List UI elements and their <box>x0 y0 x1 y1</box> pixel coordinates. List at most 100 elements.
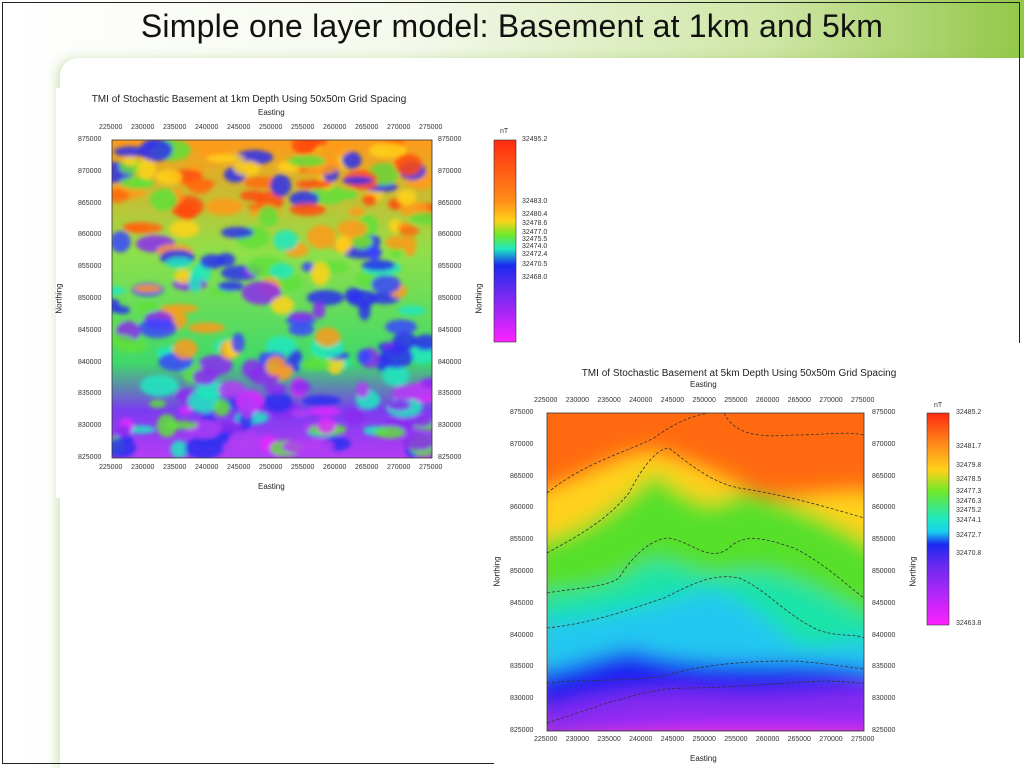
anomaly-blob <box>166 257 192 269</box>
colorbar-label: 32474.1 <box>956 517 982 524</box>
anomaly-blob <box>291 380 311 394</box>
anomaly-blob <box>316 417 336 435</box>
anomaly-blob <box>155 169 183 185</box>
slide-title: Simple one layer model: Basement at 1km … <box>140 8 884 44</box>
figure-5km: TMI of Stochastic Basement at 5km Depth … <box>493 343 1024 768</box>
anomaly-blob <box>374 426 406 439</box>
anomaly-blob <box>368 244 381 262</box>
anomaly-blob <box>362 194 377 206</box>
figure-1km: TMI of Stochastic Basement at 1km Depth … <box>55 88 562 498</box>
anomaly-blob <box>358 299 371 321</box>
anomaly-blob <box>160 304 199 314</box>
anomaly-blob <box>239 190 265 202</box>
colorbar-label: 32479.8 <box>956 462 982 469</box>
anomaly-blob <box>192 368 217 386</box>
anomaly-blob <box>413 334 432 351</box>
anomaly-blob <box>231 332 245 354</box>
anomaly-blob <box>288 311 314 321</box>
colorbar-label: 32483.0 <box>522 198 548 205</box>
anomaly-blob <box>133 284 162 293</box>
anomaly-blob <box>361 259 396 271</box>
anomaly-blob <box>139 375 179 397</box>
colorbar-label: 32475.2 <box>956 507 982 514</box>
anomaly-blob <box>392 331 417 351</box>
anomaly-blob <box>312 301 326 319</box>
anomaly-blob <box>355 382 370 399</box>
anomaly-blob <box>240 395 256 419</box>
anomaly-blob <box>314 327 341 347</box>
anomaly-blob <box>115 425 131 438</box>
anomaly-blob <box>112 189 130 203</box>
anomaly-blob <box>336 219 368 238</box>
anomaly-blob <box>188 322 225 334</box>
anomaly-blob <box>175 202 199 220</box>
anomaly-blob <box>394 153 423 176</box>
anomaly-blob <box>335 235 352 255</box>
colorbar-label: 32472.7 <box>956 532 982 539</box>
anomaly-blob <box>287 155 326 168</box>
colorbar-label: 32478.5 <box>956 476 982 483</box>
anomaly-blob <box>371 275 401 294</box>
anomaly-blob <box>385 319 417 335</box>
anomaly-blob <box>112 437 137 458</box>
anomaly-blob <box>403 234 417 257</box>
colorbar-label: 32470.8 <box>956 550 982 557</box>
anomaly-blob <box>139 140 173 162</box>
anomaly-blob <box>172 339 198 360</box>
anomaly-blob <box>137 158 156 180</box>
anomaly-blob <box>149 399 167 408</box>
anomaly-blob <box>220 226 254 239</box>
anomaly-blob <box>299 359 332 371</box>
colorbar-unit: nT <box>500 128 509 135</box>
anomaly-blob <box>228 430 261 451</box>
colorbar-label: 32485.2 <box>956 409 982 416</box>
anomaly-blob <box>204 198 244 216</box>
anomaly-blob <box>344 287 363 303</box>
anomaly-blob <box>308 407 342 416</box>
anomaly-blob <box>213 399 231 417</box>
anomaly-blob <box>408 211 432 225</box>
map-1km <box>111 139 517 459</box>
anomaly-blob <box>396 189 417 206</box>
anomaly-blob <box>112 334 134 347</box>
colorbar-1km <box>493 139 517 343</box>
anomaly-blob <box>270 296 295 315</box>
anomaly-blob <box>187 178 212 194</box>
anomaly-blob <box>257 205 279 227</box>
anomaly-blob <box>265 355 286 377</box>
anomaly-blob <box>123 222 163 234</box>
anomaly-blob <box>397 305 426 316</box>
anomaly-blob <box>112 298 121 313</box>
anomaly-blob <box>343 408 366 425</box>
colorbar-label: 32478.6 <box>522 220 548 227</box>
anomaly-blob <box>218 381 246 399</box>
anomaly-blob <box>270 174 292 197</box>
anomaly-blob <box>386 399 412 411</box>
anomaly-blob <box>241 359 263 379</box>
anomaly-blob <box>200 254 224 270</box>
anomaly-blob <box>150 188 178 212</box>
anomaly-blob <box>164 420 199 430</box>
anomaly-blob <box>382 365 410 387</box>
anomaly-blob <box>217 281 244 292</box>
anomaly-blob <box>342 176 374 185</box>
anomaly-blob <box>184 437 224 458</box>
colorbar-label: 32475.5 <box>522 236 548 243</box>
colorbar-label: 32477.3 <box>956 488 982 495</box>
anomaly-blob <box>337 189 358 200</box>
map-5km <box>546 412 950 732</box>
anomaly-blob <box>288 322 315 336</box>
colorbar-label: 32481.7 <box>956 443 982 450</box>
anomaly-blob <box>179 406 192 415</box>
anomaly-blob <box>112 231 131 253</box>
anomaly-blob <box>169 220 200 238</box>
anomaly-blob <box>390 391 421 400</box>
colorbar-label: 32474.0 <box>522 243 548 250</box>
anomaly-blob <box>269 263 294 279</box>
anomaly-blob <box>263 392 293 413</box>
colorbar-5km <box>926 412 950 626</box>
anomaly-blob <box>206 154 245 163</box>
anomaly-blob <box>357 348 372 365</box>
anomaly-blob <box>305 439 335 454</box>
anomaly-blob <box>273 230 299 251</box>
